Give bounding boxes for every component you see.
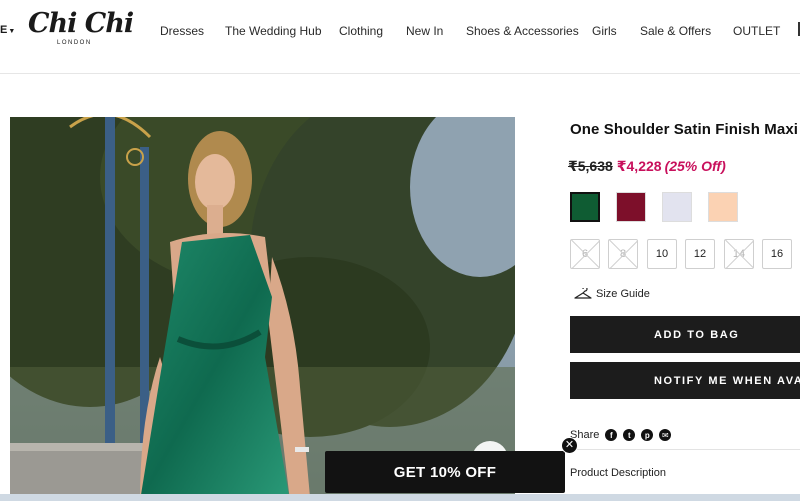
size-guide-label: Size Guide: [596, 288, 650, 300]
share-bar: Share f t p ✉: [570, 429, 672, 441]
product-description-toggle[interactable]: Product Description: [570, 467, 666, 479]
size-option-14[interactable]: 14: [724, 239, 754, 269]
product-image[interactable]: [10, 117, 515, 501]
site-header: E▼ Chi Chi LONDON Dresses The Wedding Hu…: [0, 0, 800, 74]
nav-item-outlet[interactable]: OUTLET: [733, 24, 780, 38]
facebook-icon[interactable]: f: [605, 429, 618, 441]
logo-wordmark: Chi Chi: [28, 8, 134, 39]
twitter-icon[interactable]: t: [623, 429, 636, 441]
bottom-strip: [0, 494, 800, 501]
region-selector[interactable]: E▼: [0, 24, 15, 36]
nav-item-clothing[interactable]: Clothing: [339, 24, 383, 38]
close-icon[interactable]: ✕: [561, 437, 578, 454]
nav-item-dresses[interactable]: Dresses: [160, 24, 204, 38]
discount-popup-button[interactable]: GET 10% OFF: [325, 451, 565, 493]
color-swatch-lilac[interactable]: [662, 192, 692, 222]
nav-item-sale-offers[interactable]: Sale & Offers: [640, 24, 711, 38]
size-option-12[interactable]: 12: [685, 239, 715, 269]
discount-label: (25% Off): [664, 158, 726, 174]
color-swatch-green[interactable]: [570, 192, 600, 222]
color-swatch-peach[interactable]: [708, 192, 738, 222]
color-swatch-burgundy[interactable]: [616, 192, 646, 222]
divider: [570, 449, 800, 450]
email-icon[interactable]: ✉: [659, 429, 672, 441]
size-option-10[interactable]: 10: [647, 239, 677, 269]
chevron-down-icon: ▼: [8, 28, 16, 35]
product-photo: [10, 117, 515, 501]
product-price: ₹5,638 ₹4,228 (25% Off): [568, 158, 726, 175]
pinterest-icon[interactable]: p: [641, 429, 654, 441]
region-label: E: [0, 24, 8, 36]
nav-item-girls[interactable]: Girls: [592, 24, 617, 38]
nav-item-new-in[interactable]: New In: [406, 24, 443, 38]
size-guide-link[interactable]: Size Guide: [574, 288, 650, 300]
add-to-bag-button[interactable]: ADD TO BAG: [570, 316, 800, 353]
size-option-6[interactable]: 6: [570, 239, 600, 269]
site-logo[interactable]: Chi Chi LONDON: [28, 8, 134, 50]
notify-me-button[interactable]: NOTIFY ME WHEN AVAILA: [570, 362, 800, 399]
hanger-icon: [574, 288, 592, 299]
nav-item-shoes-accessories[interactable]: Shoes & Accessories: [466, 24, 579, 38]
size-option-8[interactable]: 8: [608, 239, 638, 269]
logo-subtext: LONDON: [57, 40, 92, 46]
product-title: One Shoulder Satin Finish Maxi D: [570, 121, 800, 138]
sale-price: ₹4,228: [616, 158, 662, 174]
size-option-16[interactable]: 16: [762, 239, 792, 269]
nav-item-wedding-hub[interactable]: The Wedding Hub: [225, 24, 322, 38]
original-price: ₹5,638: [568, 158, 613, 174]
